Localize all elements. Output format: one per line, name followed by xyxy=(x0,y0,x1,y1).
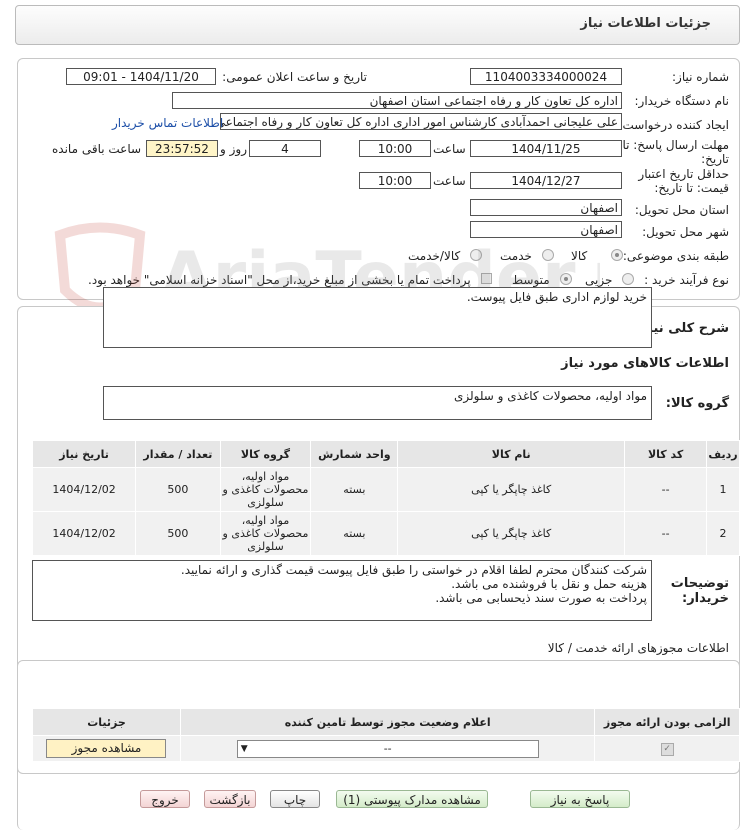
permit-required-cell: ✓ xyxy=(594,735,740,762)
contact-buyer-link[interactable]: اطلاعات تماس خریدار xyxy=(112,116,223,130)
buyer-note-line: شرکت کنندگان محترم لطفا اقلام در خواستی … xyxy=(180,563,647,577)
buyer-notes-box: شرکت کنندگان محترم لطفا اقلام در خواستی … xyxy=(32,560,652,621)
category-radio-goods[interactable] xyxy=(611,249,623,261)
print-button[interactable]: چاپ xyxy=(270,790,320,808)
buyer-field: اداره کل تعاون کار و رفاه اجتماعی استان … xyxy=(172,92,622,109)
city-field: اصفهان xyxy=(470,221,622,238)
cell-group: مواد اولیه، محصولات کاغذی و سلولزی xyxy=(219,467,312,512)
col-code: کد کالا xyxy=(624,440,708,468)
table-row: ✓ -- ▼ مشاهده مجوز xyxy=(32,735,740,762)
process-radio-minor[interactable] xyxy=(622,273,634,285)
buyer-note-line: پرداخت به صورت سند ذیحسابی می باشد. xyxy=(435,591,647,605)
col-permit-status: اعلام وضعیت مجوز توسط تامین کننده xyxy=(179,708,596,736)
validity-label-2: قیمت: تا تاریخ: xyxy=(654,181,729,195)
process-option-medium: متوسط xyxy=(512,273,550,287)
permits-table: الزامی بودن ارائه مجوز اعلام وضعیت مجوز … xyxy=(32,708,740,762)
permits-title: اطلاعات مجوزهای ارائه خدمت / کالا xyxy=(547,641,729,655)
cell-qty: 500 xyxy=(135,467,221,512)
buyer-note-line: هزینه حمل و نقل با فروشنده می باشد. xyxy=(451,577,647,591)
goods-info-title: اطلاعات کالاهای مورد نیاز xyxy=(561,356,729,371)
col-group: گروه کالا xyxy=(219,440,312,468)
days-label: روز و xyxy=(220,142,247,156)
province-label: استان محل تحویل: xyxy=(634,203,729,217)
deadline-label-2: تاریخ: xyxy=(701,152,729,166)
permit-status-cell: -- ▼ xyxy=(179,735,596,762)
deadline-time-label: ساعت xyxy=(433,142,466,156)
need-number-label: شماره نیاز: xyxy=(672,70,729,84)
cell-code: -- xyxy=(624,467,708,512)
category-radio-both[interactable] xyxy=(470,249,482,261)
col-permit-details: جزئیات xyxy=(32,708,181,736)
buyer-label: نام دستگاه خریدار: xyxy=(634,94,730,108)
validity-time-label: ساعت xyxy=(433,174,466,188)
cell-date: 1404/12/02 xyxy=(31,467,137,512)
page-header: جزئیات اطلاعات نیاز xyxy=(15,5,740,45)
cell-code: -- xyxy=(624,511,708,556)
process-option-minor: جزیی xyxy=(585,273,613,287)
cell-row: 2 xyxy=(706,511,740,556)
creator-field: علی علیجانی احمدآبادی کارشناس امور اداری… xyxy=(220,113,622,130)
permit-status-value: -- xyxy=(383,741,392,755)
table-row: 1 -- کاغذ چاپگر یا کپی بسته مواد اولیه، … xyxy=(31,467,740,512)
permit-required-checkbox: ✓ xyxy=(660,743,674,756)
days-remaining-field: 4 xyxy=(249,140,321,157)
permit-details-cell: مشاهده مجوز xyxy=(32,735,181,762)
announce-field: 1404/11/20 - 09:01 xyxy=(66,68,216,85)
cell-date: 1404/12/02 xyxy=(31,511,137,556)
col-unit: واحد شمارش xyxy=(310,440,399,468)
category-option-service: خدمت xyxy=(500,249,532,263)
payment-note: پرداخت تمام یا بخشی از مبلغ خرید،از محل … xyxy=(88,273,471,287)
time-remaining-field: 23:57:52 xyxy=(146,140,218,157)
view-documents-button[interactable]: مشاهده مدارک پیوستی (1) xyxy=(336,790,488,808)
col-row: ردیف xyxy=(706,440,740,468)
goods-group-box: مواد اولیه، محصولات کاغذی و سلولزی xyxy=(103,386,652,420)
validity-time-field: 10:00 xyxy=(359,172,431,189)
time-remaining-label: ساعت باقی مانده xyxy=(52,142,142,156)
need-number-field: 1104003334000024 xyxy=(470,68,622,85)
validity-date-field: 1404/12/27 xyxy=(470,172,622,189)
chevron-down-icon: ▼ xyxy=(240,743,248,754)
process-label: نوع فرآیند خرید : xyxy=(644,273,729,287)
permit-status-select[interactable]: -- ▼ xyxy=(236,739,539,758)
category-option-goods: کالا xyxy=(571,249,588,263)
deadline-date-field: 1404/11/25 xyxy=(470,140,622,157)
cell-name: کاغذ چاپگر یا کپی xyxy=(397,467,626,512)
col-name: نام کالا xyxy=(397,440,626,468)
creator-label: ایجاد کننده درخواست: xyxy=(618,118,729,132)
col-qty: تعداد / مقدار xyxy=(135,440,221,468)
table-row: 2 -- کاغذ چاپگر یا کپی بسته مواد اولیه، … xyxy=(31,511,740,556)
cell-qty: 500 xyxy=(135,511,221,556)
col-permit-required: الزامی بودن ارائه مجوز xyxy=(594,708,740,736)
exit-button[interactable]: خروج xyxy=(140,790,190,808)
reply-button[interactable]: پاسخ به نیاز xyxy=(530,790,630,808)
category-radio-service[interactable] xyxy=(542,249,554,261)
announce-label: تاریخ و ساعت اعلان عمومی: xyxy=(222,70,367,84)
col-date: تاریخ نیاز xyxy=(31,440,137,468)
buyer-notes-label-2: خریدار: xyxy=(682,591,729,606)
process-radio-medium[interactable] xyxy=(560,273,572,285)
need-description-box: خرید لوازم اداری طبق فایل پیوست. xyxy=(103,287,652,348)
goods-table-header: ردیف کد کالا نام کالا واحد شمارش گروه کا… xyxy=(31,440,740,468)
category-label: طبقه بندی موضوعی: xyxy=(622,249,729,263)
goods-table: ردیف کد کالا نام کالا واحد شمارش گروه کا… xyxy=(31,440,740,556)
view-permit-button[interactable]: مشاهده مجوز xyxy=(46,739,167,758)
cell-unit: بسته xyxy=(310,511,399,556)
permits-table-header: الزامی بودن ارائه مجوز اعلام وضعیت مجوز … xyxy=(32,708,740,736)
validity-label: حداقل تاریخ اعتبار xyxy=(638,167,729,181)
category-option-both: کالا/خدمت xyxy=(408,249,461,263)
deadline-time-field: 10:00 xyxy=(359,140,431,157)
back-button[interactable]: بازگشت xyxy=(204,790,256,808)
buyer-notes-label: توضیحات xyxy=(670,576,729,591)
province-field: اصفهان xyxy=(470,199,622,216)
page-title: جزئیات اطلاعات نیاز xyxy=(580,16,711,31)
cell-unit: بسته xyxy=(310,467,399,512)
cell-row: 1 xyxy=(706,467,740,512)
city-label: شهر محل تحویل: xyxy=(642,225,729,239)
deadline-label: مهلت ارسال پاسخ: تا xyxy=(622,138,729,152)
cell-name: کاغذ چاپگر یا کپی xyxy=(397,511,626,556)
goods-group-label: گروه کالا: xyxy=(665,396,729,411)
treasury-checkbox[interactable] xyxy=(481,273,492,284)
cell-group: مواد اولیه، محصولات کاغذی و سلولزی xyxy=(219,511,312,556)
